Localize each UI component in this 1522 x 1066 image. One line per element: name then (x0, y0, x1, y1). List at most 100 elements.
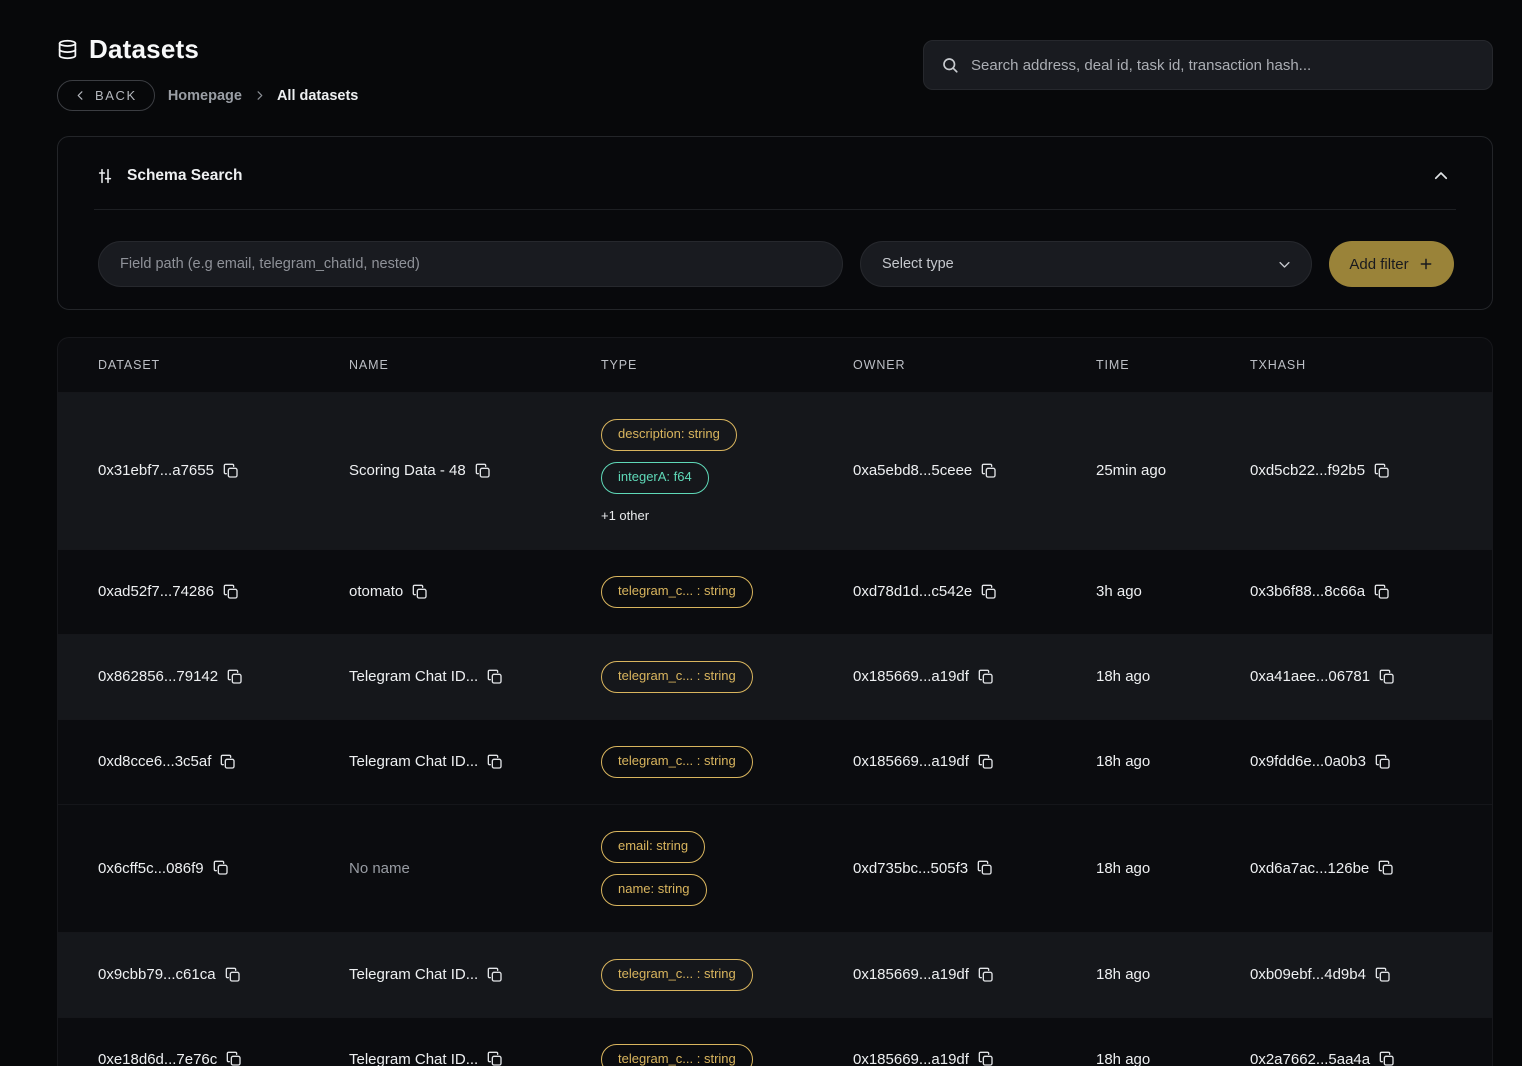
copy-icon (978, 1051, 994, 1066)
copy-dataset-button[interactable] (213, 860, 229, 876)
copy-icon (220, 754, 236, 770)
copy-txhash-button[interactable] (1375, 967, 1391, 983)
copy-txhash-button[interactable] (1379, 1051, 1395, 1066)
column-header-time: TIME (1096, 358, 1250, 372)
type-cell: telegram_c... : string (601, 635, 853, 719)
copy-owner-button[interactable] (978, 1051, 994, 1066)
copy-icon (981, 584, 997, 600)
copy-name-button[interactable] (475, 463, 491, 479)
copy-name-button[interactable] (412, 584, 428, 600)
copy-icon (1379, 1051, 1395, 1066)
back-row: BACK Homepage All datasets (57, 80, 358, 111)
dataset-hash: 0xe18d6d...7e76c (98, 1051, 217, 1066)
owner-hash: 0x185669...a19df (853, 668, 969, 685)
dataset-cell: 0x31ebf7...a7655 (98, 462, 349, 479)
type-select[interactable]: Select type (860, 241, 1312, 287)
txhash: 0x9fdd6e...0a0b3 (1250, 753, 1366, 770)
type-badge: description: string (601, 419, 737, 451)
page-title: Datasets (89, 34, 199, 65)
column-header-owner: OWNER (853, 358, 1096, 372)
copy-icon (487, 967, 503, 983)
time-label: 18h ago (1096, 1051, 1150, 1066)
type-badge: telegram_c... : string (601, 661, 753, 693)
back-button-label: BACK (95, 88, 137, 103)
copy-owner-button[interactable] (978, 967, 994, 983)
copy-txhash-button[interactable] (1378, 860, 1394, 876)
time-label: 3h ago (1096, 583, 1142, 600)
global-search[interactable] (923, 40, 1493, 90)
plus-icon (1418, 256, 1434, 272)
field-path-input[interactable] (98, 241, 843, 287)
type-badges: telegram_c... : string (601, 635, 753, 719)
type-badges: email: stringname: string (601, 805, 707, 932)
table-body: 0x31ebf7...a7655 Scoring Data - 48 descr… (58, 392, 1492, 1066)
copy-name-button[interactable] (487, 669, 503, 685)
copy-icon (981, 463, 997, 479)
copy-dataset-button[interactable] (226, 1051, 242, 1066)
copy-dataset-button[interactable] (223, 463, 239, 479)
type-badge: telegram_c... : string (601, 746, 753, 778)
copy-icon (978, 669, 994, 685)
type-badge: name: string (601, 874, 707, 906)
copy-icon (227, 669, 243, 685)
type-badge: telegram_c... : string (601, 1044, 753, 1066)
txhash-cell: 0x2a7662...5aa4a (1250, 1051, 1492, 1066)
dataset-hash: 0xad52f7...74286 (98, 583, 214, 600)
type-badge: integerA: f64 (601, 462, 709, 494)
name-cell: Scoring Data - 48 (349, 462, 601, 479)
name-cell: No name (349, 860, 601, 877)
txhash: 0xd6a7ac...126be (1250, 860, 1369, 877)
copy-owner-button[interactable] (981, 463, 997, 479)
copy-owner-button[interactable] (978, 754, 994, 770)
back-button[interactable]: BACK (57, 80, 155, 111)
schema-search-title-row: Schema Search (96, 167, 242, 185)
copy-icon (1374, 463, 1390, 479)
copy-txhash-button[interactable] (1374, 463, 1390, 479)
txhash: 0xb09ebf...4d9b4 (1250, 966, 1366, 983)
copy-icon (225, 967, 241, 983)
copy-dataset-button[interactable] (225, 967, 241, 983)
collapse-panel-button[interactable] (1428, 163, 1454, 189)
copy-owner-button[interactable] (981, 584, 997, 600)
dataset-name: otomato (349, 583, 403, 600)
breadcrumb-homepage[interactable]: Homepage (168, 88, 242, 104)
copy-name-button[interactable] (487, 1051, 503, 1066)
owner-hash: 0x185669...a19df (853, 966, 969, 983)
type-cell: telegram_c... : string (601, 720, 853, 804)
back-chevron-icon (75, 90, 86, 101)
time-label: 18h ago (1096, 860, 1150, 877)
table-header: DATASET NAME TYPE OWNER TIME TXHASH (58, 338, 1492, 392)
add-filter-button[interactable]: Add filter (1329, 241, 1454, 287)
copy-icon (1375, 754, 1391, 770)
page-header: Datasets BACK Homepage All datasets (57, 34, 1493, 111)
type-badge: telegram_c... : string (601, 576, 753, 608)
datasets-page: Datasets BACK Homepage All datasets (0, 0, 1522, 1066)
search-icon (941, 56, 959, 74)
copy-name-button[interactable] (487, 967, 503, 983)
owner-cell: 0xd735bc...505f3 (853, 860, 1096, 877)
owner-hash: 0xd735bc...505f3 (853, 860, 968, 877)
copy-owner-button[interactable] (978, 669, 994, 685)
txhash: 0xd5cb22...f92b5 (1250, 462, 1365, 479)
copy-dataset-button[interactable] (223, 584, 239, 600)
title-row: Datasets (57, 34, 358, 65)
table-row: 0x6cff5c...086f9 No name email: stringna… (58, 804, 1492, 932)
copy-name-button[interactable] (487, 754, 503, 770)
time-cell: 18h ago (1096, 753, 1250, 770)
copy-icon (223, 463, 239, 479)
copy-owner-button[interactable] (977, 860, 993, 876)
copy-txhash-button[interactable] (1379, 669, 1395, 685)
txhash-cell: 0xd5cb22...f92b5 (1250, 462, 1492, 479)
copy-icon (487, 669, 503, 685)
table-row: 0x31ebf7...a7655 Scoring Data - 48 descr… (58, 392, 1492, 549)
type-cell: email: stringname: string (601, 805, 853, 932)
copy-txhash-button[interactable] (1374, 584, 1390, 600)
search-input[interactable] (971, 57, 1475, 74)
copy-txhash-button[interactable] (1375, 754, 1391, 770)
copy-icon (1379, 669, 1395, 685)
copy-dataset-button[interactable] (220, 754, 236, 770)
copy-dataset-button[interactable] (227, 669, 243, 685)
datasets-table: DATASET NAME TYPE OWNER TIME TXHASH 0x31… (57, 337, 1493, 1066)
copy-icon (475, 463, 491, 479)
type-badges: description: stringintegerA: f64+1 other (601, 393, 737, 549)
